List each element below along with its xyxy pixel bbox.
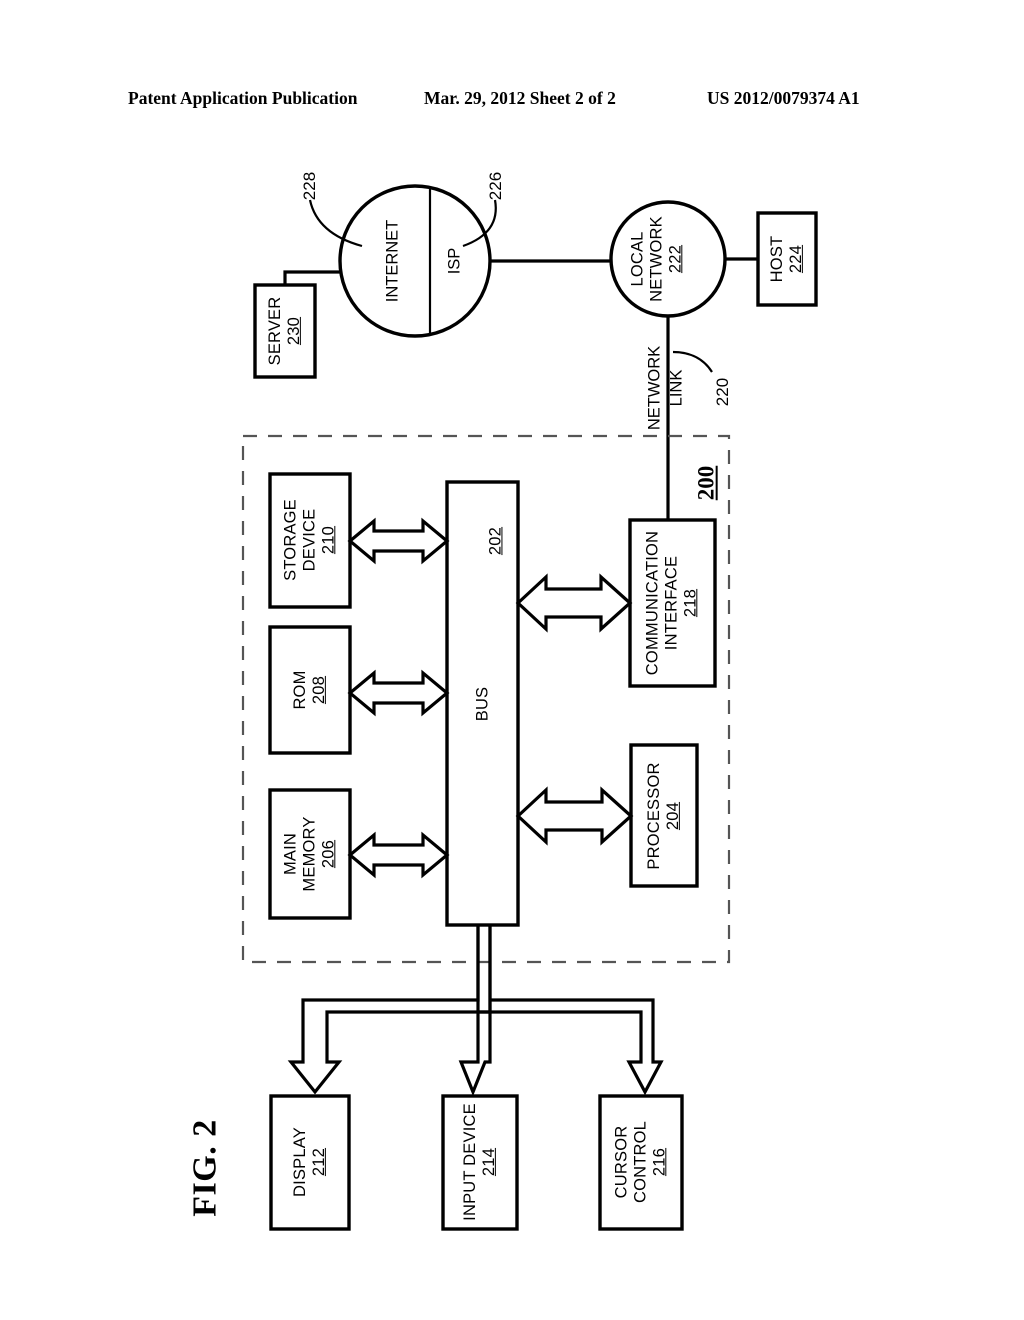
display-box-shape	[269, 1094, 351, 1231]
input-device-box-shape	[441, 1094, 519, 1231]
patent-figure-2: .solid { fill:none; stroke:#000; stroke-…	[0, 0, 1024, 1320]
server-internet-connector	[283, 270, 340, 285]
rom-box-shape	[268, 625, 352, 755]
arrow-rom-bus	[347, 669, 450, 717]
communication-interface-box-shape	[628, 518, 717, 688]
arrow-main-memory-bus	[347, 831, 450, 879]
bus-box-shape	[445, 480, 520, 927]
connector-bus-display	[287, 925, 492, 1095]
main-memory-box-shape	[268, 788, 352, 920]
cursor-control-box-shape	[598, 1094, 684, 1231]
arrow-bus-processor	[515, 786, 634, 846]
server-box-shape	[253, 283, 317, 379]
processor-box-shape	[629, 743, 699, 888]
internet-isp-circle-shape	[338, 184, 492, 338]
arrow-storage-device-bus	[347, 517, 450, 565]
local-network-circle-shape	[609, 200, 727, 318]
host-box-shape	[756, 211, 818, 307]
storage-device-box-shape	[268, 472, 352, 609]
connector-bus-cursor-control	[478, 998, 664, 1096]
leader-220	[672, 350, 713, 373]
connector-bus-input-device	[458, 925, 492, 1097]
arrow-bus-communication-interface	[515, 573, 633, 633]
